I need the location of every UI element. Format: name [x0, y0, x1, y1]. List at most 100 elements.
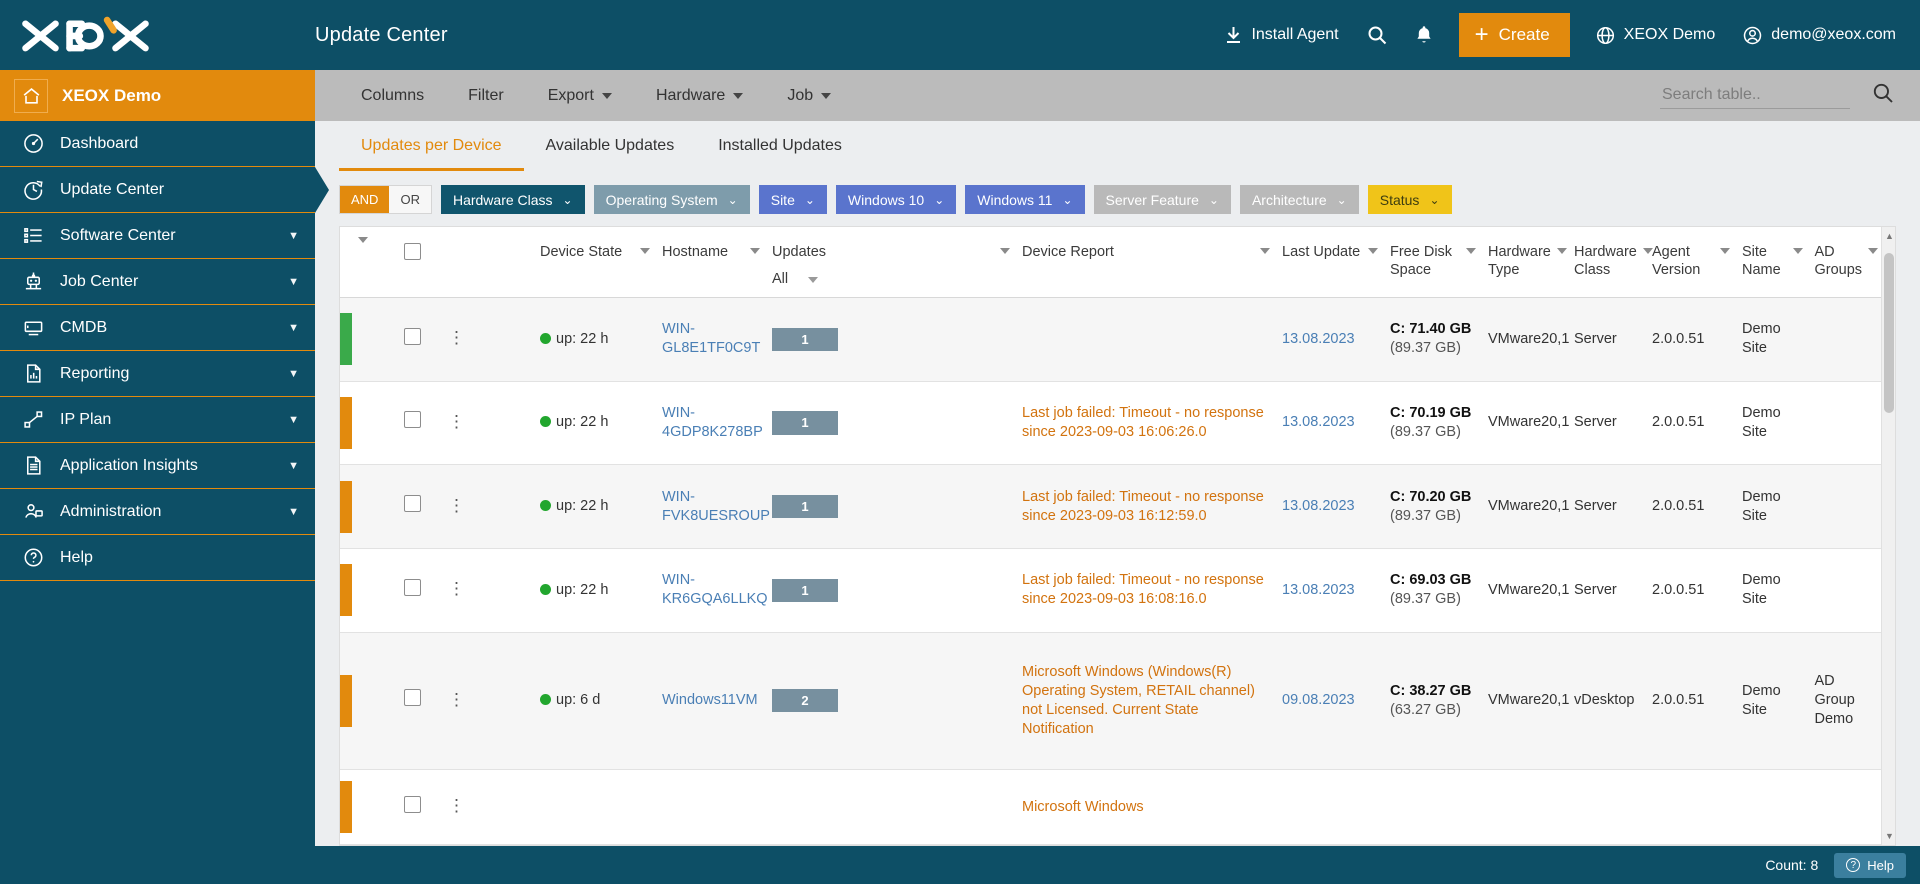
cell-last-update[interactable] [1276, 769, 1384, 845]
filter-chip-windows-11[interactable]: Windows 11 ⌄ [965, 185, 1085, 214]
row-checkbox[interactable] [404, 689, 421, 707]
table-row[interactable]: ⋮ up: 6 d Windows11VM 2 Microsoft Window… [340, 632, 1881, 771]
sidebar-item-ip-plan[interactable]: IP Plan ▼ [0, 397, 315, 443]
th-device-state[interactable]: Device State [534, 227, 656, 299]
filter-chip-site[interactable]: Site ⌄ [758, 185, 827, 214]
row-checkbox[interactable] [404, 495, 421, 513]
hardware-menu-button[interactable]: Hardware [634, 70, 765, 121]
cell-hostname[interactable]: WIN-FVK8UESROUP [656, 464, 770, 549]
table-row[interactable]: ⋮ up: 22 h WIN-FVK8UESROUP 1 Last job fa… [340, 464, 1881, 549]
row-expand[interactable] [352, 297, 398, 382]
row-expand[interactable] [352, 548, 398, 633]
install-agent-button[interactable]: Install Agent [1211, 0, 1352, 70]
sidebar-item-reporting[interactable]: Reporting ▼ [0, 351, 315, 397]
help-button[interactable]: ? Help [1834, 852, 1906, 878]
table-row[interactable]: ⋮ up: 22 h WIN-GL8E1TF0C9T 1 13.08.2023 … [340, 297, 1881, 382]
sidebar-item-cmdb[interactable]: CMDB ▼ [0, 305, 315, 351]
row-checkbox-cell[interactable] [398, 769, 442, 845]
row-actions-cell[interactable]: ⋮ [442, 464, 534, 549]
row-expand[interactable] [352, 381, 398, 466]
row-actions-cell[interactable]: ⋮ [442, 632, 534, 771]
scroll-thumb[interactable] [1884, 253, 1894, 413]
kebab-menu-icon[interactable]: ⋮ [448, 412, 465, 431]
search-input[interactable] [1660, 82, 1850, 109]
sidebar-item-software-center[interactable]: Software Center ▼ [0, 213, 315, 259]
and-segment[interactable]: AND [340, 186, 390, 213]
columns-button[interactable]: Columns [339, 70, 446, 121]
and-or-toggle[interactable]: AND OR [339, 185, 432, 214]
table-row[interactable]: ⋮ up: 22 h WIN-4GDP8K278BP 1 Last job fa… [340, 381, 1881, 466]
cell-hostname[interactable]: WIN-KR6GQA6LLKQ [656, 548, 768, 633]
th-ad-groups[interactable]: AD Groups [1808, 227, 1881, 299]
sidebar-item-help[interactable]: Help [0, 535, 315, 581]
row-actions-cell[interactable]: ⋮ [442, 381, 534, 466]
th-hostname[interactable]: Hostname [656, 227, 766, 299]
tab-available-updates[interactable]: Available Updates [524, 137, 697, 171]
cell-last-update[interactable]: 13.08.2023 [1276, 464, 1384, 549]
sidebar-item-job-center[interactable]: Job Center ▼ [0, 259, 315, 305]
sidebar-item-administration[interactable]: Administration ▼ [0, 489, 315, 535]
notifications-button[interactable] [1401, 0, 1447, 70]
table-row[interactable]: ⋮ Microsoft Windows [340, 769, 1881, 845]
kebab-menu-icon[interactable]: ⋮ [448, 796, 465, 815]
cell-hostname[interactable]: WIN-GL8E1TF0C9T [656, 297, 766, 382]
user-menu[interactable]: demo@xeox.com [1729, 0, 1910, 70]
kebab-menu-icon[interactable]: ⋮ [448, 579, 465, 598]
row-checkbox-cell[interactable] [398, 632, 442, 771]
row-checkbox[interactable] [404, 327, 421, 345]
job-menu-button[interactable]: Job [765, 70, 853, 121]
row-checkbox[interactable] [404, 795, 421, 813]
tab-updates-per-device[interactable]: Updates per Device [339, 137, 524, 171]
kebab-menu-icon[interactable]: ⋮ [448, 690, 465, 709]
filter-chip-server-feature[interactable]: Server Feature ⌄ [1093, 185, 1231, 214]
th-select-all[interactable] [398, 227, 442, 299]
row-expand[interactable] [352, 464, 398, 549]
or-segment[interactable]: OR [389, 186, 431, 213]
table-row[interactable]: ⋮ up: 22 h WIN-KR6GQA6LLKQ 1 Last job fa… [340, 548, 1881, 633]
th-site-name[interactable]: Site Name [1736, 227, 1809, 299]
cell-last-update[interactable]: 13.08.2023 [1276, 548, 1384, 633]
filter-button[interactable]: Filter [446, 70, 526, 121]
header-search-button[interactable] [1353, 0, 1401, 70]
sidebar-item-dashboard[interactable]: Dashboard [0, 121, 315, 167]
search-icon[interactable] [1872, 82, 1894, 109]
row-checkbox-cell[interactable] [398, 548, 442, 633]
tenant-switcher[interactable]: XEOX Demo [1582, 0, 1730, 70]
th-expand[interactable] [352, 227, 398, 299]
row-checkbox-cell[interactable] [398, 381, 442, 466]
kebab-menu-icon[interactable]: ⋮ [448, 328, 465, 347]
export-menu-button[interactable]: Export [526, 70, 634, 121]
scroll-down-icon[interactable]: ▼ [1885, 831, 1894, 841]
row-actions-cell[interactable]: ⋮ [442, 769, 534, 845]
filter-chip-architecture[interactable]: Architecture ⌄ [1239, 185, 1359, 214]
th-updates[interactable]: Updates All [766, 227, 1016, 299]
sidebar-item-application-insights[interactable]: Application Insights ▼ [0, 443, 315, 489]
row-checkbox-cell[interactable] [398, 464, 442, 549]
row-checkbox-cell[interactable] [398, 297, 442, 382]
scroll-up-icon[interactable]: ▲ [1885, 231, 1894, 241]
row-checkbox[interactable] [404, 578, 421, 596]
tab-installed-updates[interactable]: Installed Updates [696, 137, 864, 171]
th-last-update[interactable]: Last Update [1276, 227, 1384, 299]
cell-hostname[interactable]: Windows11VM [656, 632, 766, 771]
row-actions-cell[interactable]: ⋮ [442, 297, 534, 382]
cell-hostname[interactable] [656, 769, 766, 845]
th-device-report[interactable]: Device Report [1016, 227, 1276, 299]
table-vertical-scrollbar[interactable]: ▲ ▼ [1881, 227, 1895, 845]
sidebar-item-update-center[interactable]: Update Center [0, 167, 329, 213]
cell-hostname[interactable]: WIN-4GDP8K278BP [656, 381, 766, 466]
th-hardware-type[interactable]: Hardware Type [1482, 227, 1568, 299]
th-hardware-class[interactable]: Hardware Class [1568, 227, 1653, 299]
row-expand[interactable] [352, 632, 398, 771]
kebab-menu-icon[interactable]: ⋮ [448, 496, 465, 515]
cell-last-update[interactable]: 13.08.2023 [1276, 297, 1384, 382]
th-free-disk-space[interactable]: Free Disk Space [1384, 227, 1482, 299]
create-button[interactable]: + Create [1458, 13, 1570, 57]
xeox-logo[interactable] [0, 13, 315, 57]
filter-chip-windows-10[interactable]: Windows 10 ⌄ [835, 185, 957, 214]
cell-last-update[interactable]: 13.08.2023 [1276, 381, 1384, 466]
row-expand[interactable] [352, 769, 398, 845]
sidebar-tenant-header[interactable]: XEOX Demo [0, 70, 315, 121]
cell-last-update[interactable]: 09.08.2023 [1276, 632, 1384, 771]
updates-filter-select[interactable]: All [772, 271, 1010, 287]
